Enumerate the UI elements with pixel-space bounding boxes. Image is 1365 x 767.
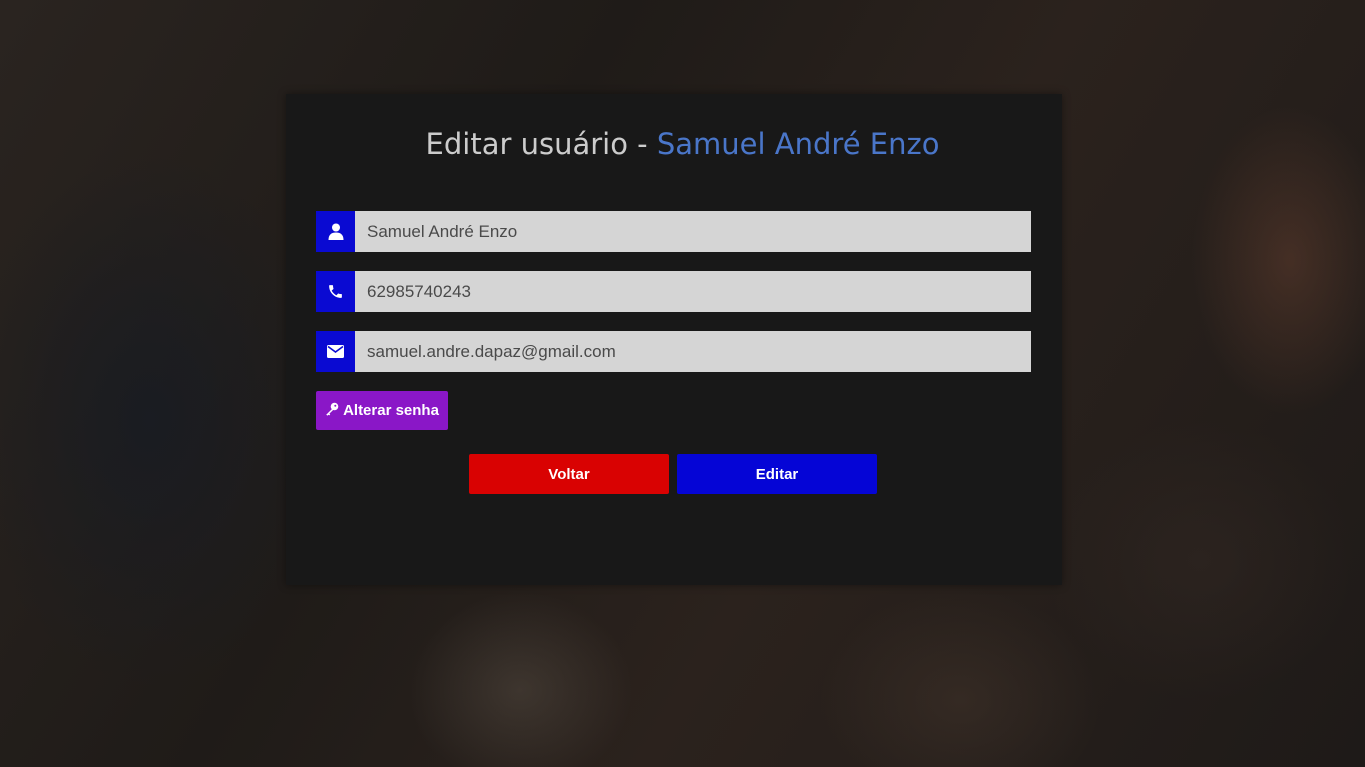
back-button-label: Voltar xyxy=(548,465,590,483)
edit-button[interactable]: Editar xyxy=(677,454,877,494)
email-field-group xyxy=(316,331,1031,372)
title-separator: - xyxy=(627,127,657,161)
page-title: Editar usuário - Samuel André Enzo xyxy=(0,124,1365,164)
email-input[interactable] xyxy=(355,331,1031,372)
change-password-button[interactable]: Alterar senha xyxy=(316,391,448,430)
name-input[interactable] xyxy=(355,211,1031,252)
title-user-name: Samuel André Enzo xyxy=(656,127,940,161)
envelope-icon xyxy=(316,331,355,372)
back-button[interactable]: Voltar xyxy=(469,454,669,494)
edit-button-label: Editar xyxy=(755,465,799,483)
phone-icon xyxy=(316,271,355,312)
user-icon xyxy=(316,211,355,252)
phone-input[interactable] xyxy=(355,271,1031,312)
name-field-group xyxy=(316,211,1031,252)
change-password-label: Alterar senha xyxy=(343,402,439,419)
key-icon xyxy=(325,402,339,420)
phone-field-group xyxy=(316,271,1031,312)
title-prefix: Editar usuário xyxy=(425,127,628,161)
